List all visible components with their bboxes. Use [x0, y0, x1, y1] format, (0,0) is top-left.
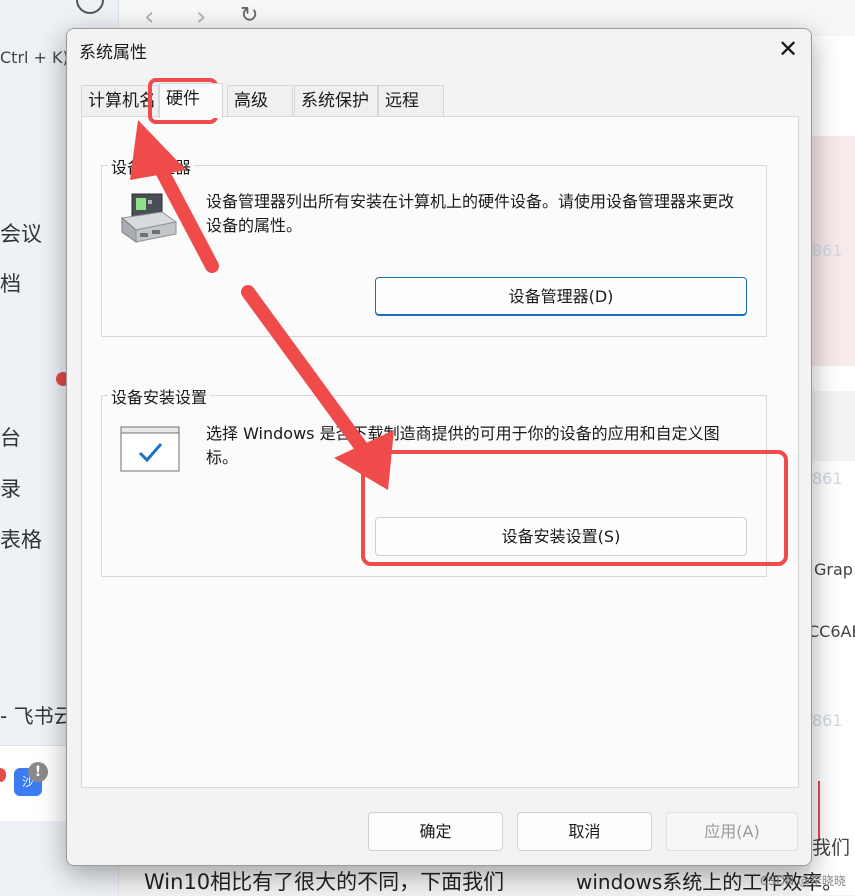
- device-manager-button[interactable]: 设备管理器(D): [375, 277, 747, 316]
- device-manager-icon: [120, 193, 178, 243]
- watermark-text: 861: [812, 711, 843, 730]
- tab-system-protection[interactable]: 系统保护: [294, 85, 378, 116]
- device-install-settings-button[interactable]: 设备安装设置(S): [375, 517, 747, 556]
- system-properties-dialog: 系统属性 ✕ 计算机名 硬件 高级 系统保护 远程 设备管理器 设备管理器列出所…: [66, 28, 812, 866]
- tab-bar: 计算机名 硬件 高级 系统保护 远程: [81, 83, 797, 118]
- refresh-icon[interactable]: ↻: [240, 3, 258, 28]
- hardware-tab-panel: 设备管理器 设备管理器列出所有安装在计算机上的硬件设备。请使用设备管理器来更改设…: [81, 116, 799, 788]
- content-text: Grap: [814, 560, 853, 579]
- device-manager-description: 设备管理器列出所有安装在计算机上的硬件设备。请使用设备管理器来更改设备的属性。: [206, 192, 735, 235]
- device-install-description: 选择 Windows 是否下载制造商提供的可用于你的设备的应用和自定义图标。: [206, 424, 720, 467]
- source-credit: CSDN @李晓晓: [760, 874, 847, 888]
- checkbox-window-icon: [120, 426, 180, 472]
- sidebar-item-records[interactable]: 录: [0, 473, 21, 503]
- tab-advanced[interactable]: 高级: [227, 85, 293, 116]
- ok-button[interactable]: 确定: [368, 812, 503, 851]
- tab-computer-name[interactable]: 计算机名: [81, 85, 159, 116]
- device-install-group: 设备安装设置 选择 Windows 是否下载制造商提供的可用于你的设备的应用和自…: [101, 384, 767, 577]
- annotation-line: [818, 781, 820, 841]
- dialog-titlebar[interactable]: 系统属性 ✕: [67, 29, 811, 69]
- tab-remote[interactable]: 远程: [378, 85, 444, 116]
- sidebar-item-meeting[interactable]: 会议: [0, 218, 42, 248]
- app-name-label: - 飞书云: [0, 704, 74, 728]
- content-text: 我们: [812, 837, 851, 859]
- device-manager-group-title: 设备管理器: [108, 154, 195, 178]
- device-install-group-title: 设备安装设置: [108, 384, 211, 408]
- sidebar-item-sheets[interactable]: 表格: [0, 524, 42, 554]
- dialog-title: 系统属性: [79, 43, 147, 63]
- background-content-right: 861 861 Grap CC6AE 861 我们: [808, 36, 855, 895]
- close-button[interactable]: ✕: [765, 29, 811, 69]
- gray-band: [810, 391, 855, 461]
- user-circle-icon[interactable]: [76, 0, 104, 14]
- alert-icon: !: [28, 762, 48, 782]
- search-shortcut-hint: Ctrl + K): [0, 48, 69, 67]
- sidebar-item-docs[interactable]: 档: [0, 268, 21, 298]
- sidebar-item-workbench[interactable]: 台: [0, 422, 21, 452]
- article-text-left: Win10相比有了很大的不同，下面我们: [144, 870, 505, 894]
- apply-button[interactable]: 应用(A): [666, 812, 798, 851]
- watermark-text: 861: [812, 241, 843, 260]
- device-manager-group: 设备管理器 设备管理器列出所有安装在计算机上的硬件设备。请使用设备管理器来更改设…: [101, 154, 767, 337]
- cancel-button[interactable]: 取消: [517, 812, 652, 851]
- dialog-footer: 确定 取消 应用(A): [67, 801, 811, 865]
- tab-hardware[interactable]: 硬件: [159, 83, 223, 118]
- watermark-text: 861: [812, 469, 843, 488]
- content-text: CC6AE: [808, 622, 855, 641]
